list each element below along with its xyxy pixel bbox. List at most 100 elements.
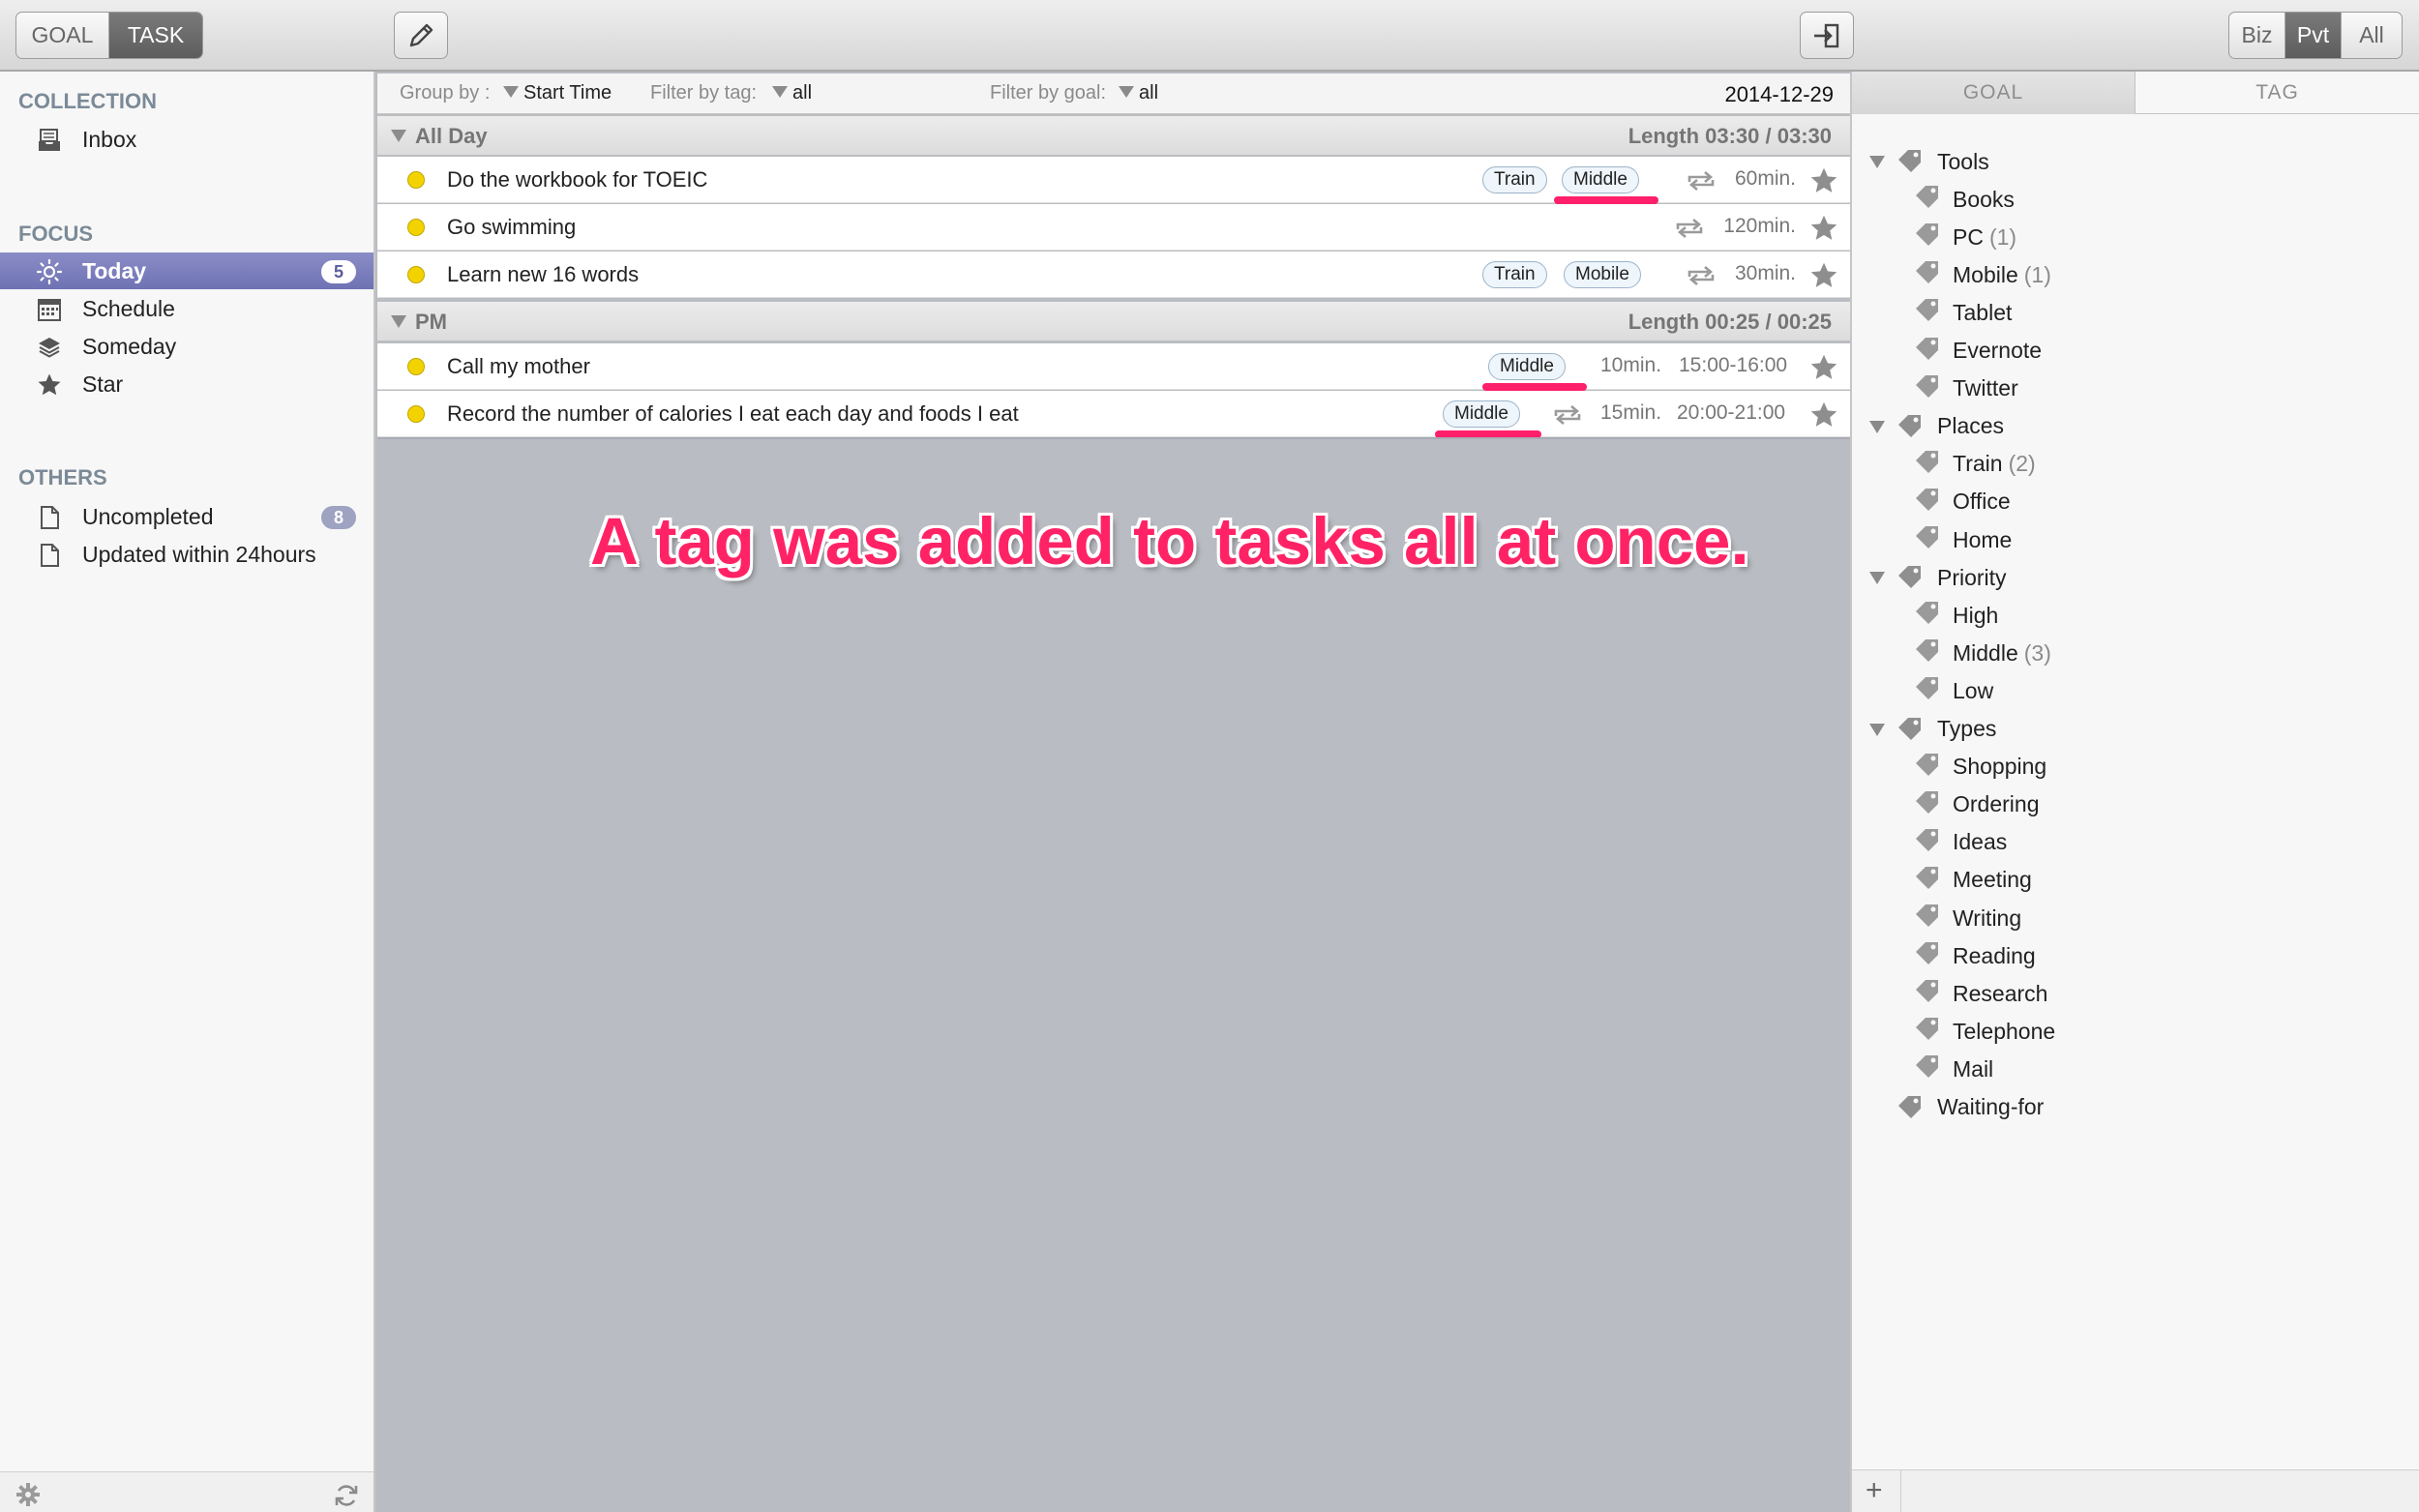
scope-switch: Biz Pvt All <box>2228 12 2403 59</box>
group-by-select[interactable]: Start Time <box>503 82 612 104</box>
tag-chip-middle[interactable]: Middle <box>1443 400 1520 428</box>
sidebar-item-updated[interactable]: Updated within 24hours <box>0 536 373 573</box>
collapse-triangle-icon[interactable] <box>391 315 406 328</box>
tag-item-pc[interactable]: PC (1) <box>1953 220 2016 254</box>
tag-item-mail[interactable]: Mail <box>1953 1052 1993 1086</box>
tag-count: (1) <box>2023 261 2051 287</box>
repeat-icon <box>1676 219 1703 238</box>
current-date: 2014-12-29 <box>1724 82 1834 106</box>
tag-icon <box>1914 336 1941 361</box>
tag-group-priority[interactable]: Priority <box>1937 560 2007 595</box>
task-status-dot[interactable] <box>407 266 425 283</box>
tag-item-reading[interactable]: Reading <box>1953 938 2036 973</box>
tag-item-mobile[interactable]: Mobile (1) <box>1953 257 2051 292</box>
task-row[interactable]: Do the workbook for TOEIC Train Middle 6… <box>377 157 1850 204</box>
tag-chip-middle[interactable]: Middle <box>1488 353 1566 380</box>
tag-item-evernote[interactable]: Evernote <box>1953 334 2042 369</box>
tag-item-ideas[interactable]: Ideas <box>1953 825 2007 860</box>
tag-icon <box>1914 675 1941 700</box>
group-length: Length 00:25 / 00:25 <box>1628 310 1832 334</box>
star-icon[interactable] <box>1809 214 1838 243</box>
star-icon <box>38 373 61 396</box>
add-tag-button[interactable]: + <box>1866 1474 1883 1507</box>
tag-label: Shopping <box>1953 754 2047 780</box>
sidebar-item-star[interactable]: Star <box>0 366 373 402</box>
task-status-dot[interactable] <box>407 219 425 236</box>
tag-item-meeting[interactable]: Meeting <box>1953 863 2032 898</box>
sync-icon[interactable] <box>333 1482 360 1509</box>
scope-tab-all[interactable]: All <box>2342 13 2402 58</box>
tag-item-research[interactable]: Research <box>1953 976 2047 1011</box>
tag-chip-mobile[interactable]: Mobile <box>1564 261 1641 288</box>
edit-button[interactable] <box>394 12 448 59</box>
task-status-dot[interactable] <box>407 405 425 423</box>
tag-filter-select[interactable]: all <box>772 82 812 104</box>
star-icon[interactable] <box>1809 400 1838 430</box>
task-row[interactable]: Learn new 16 words Train Mobile 30min. <box>377 252 1850 298</box>
sidebar-item-inbox[interactable]: Inbox <box>0 121 373 158</box>
tab-tag[interactable]: TAG <box>2135 72 2419 114</box>
sidebar-item-someday[interactable]: Someday <box>0 328 373 365</box>
expand-triangle-icon[interactable] <box>1869 572 1885 585</box>
tag-item-ordering[interactable]: Ordering <box>1953 787 2039 822</box>
expand-triangle-icon[interactable] <box>1869 156 1885 168</box>
sidebar-item-schedule[interactable]: Schedule <box>0 290 373 327</box>
scope-tab-biz[interactable]: Biz <box>2229 13 2285 58</box>
sun-icon <box>37 259 62 284</box>
star-icon[interactable] <box>1809 353 1838 382</box>
task-row[interactable]: Go swimming 120min. <box>377 204 1850 251</box>
mode-tab-task[interactable]: TASK <box>109 13 202 58</box>
task-status-dot[interactable] <box>407 358 425 375</box>
tag-label: Telephone <box>1953 1018 2056 1044</box>
tag-group-waiting-for[interactable]: Waiting-for <box>1937 1090 2044 1125</box>
star-icon[interactable] <box>1809 166 1838 195</box>
sidebar-item-label: Uncompleted <box>82 503 214 529</box>
tag-item-middle[interactable]: Middle (3) <box>1953 636 2051 670</box>
tag-icon <box>1914 865 1941 890</box>
task-row[interactable]: Record the number of calories I eat each… <box>377 391 1850 438</box>
collapse-triangle-icon[interactable] <box>391 130 406 142</box>
task-status-dot[interactable] <box>407 171 425 189</box>
tag-icon <box>1914 1016 1941 1041</box>
sidebar-item-label: Today <box>82 257 147 283</box>
tag-item-twitter[interactable]: Twitter <box>1953 371 2018 406</box>
section-title-collection: COLLECTION <box>18 89 157 113</box>
tag-item-tablet[interactable]: Tablet <box>1953 295 2012 330</box>
gear-icon[interactable] <box>15 1482 41 1507</box>
tag-item-telephone[interactable]: Telephone <box>1953 1014 2055 1049</box>
tag-chip-train[interactable]: Train <box>1482 261 1547 288</box>
expand-triangle-icon[interactable] <box>1869 420 1885 433</box>
group-header-pm[interactable]: PM Length 00:25 / 00:25 <box>377 301 1850 341</box>
expand-triangle-icon[interactable] <box>1869 723 1885 736</box>
tag-group-tools[interactable]: Tools <box>1937 144 1989 179</box>
sidebar-item-uncompleted[interactable]: Uncompleted 8 <box>0 498 373 535</box>
tag-chip-middle[interactable]: Middle <box>1562 166 1639 193</box>
mode-tab-goal[interactable]: GOAL <box>16 13 109 58</box>
tag-group-types[interactable]: Types <box>1937 712 1996 747</box>
star-icon[interactable] <box>1809 261 1838 290</box>
tag-label: Writing <box>1953 904 2022 931</box>
tag-item-high[interactable]: High <box>1953 598 1998 633</box>
tag-group-places[interactable]: Places <box>1937 409 2004 444</box>
sidebar-footer <box>0 1471 373 1512</box>
tag-item-office[interactable]: Office <box>1953 485 2011 519</box>
goal-filter-select[interactable]: all <box>1119 82 1158 104</box>
tag-item-low[interactable]: Low <box>1953 673 1993 708</box>
tag-item-home[interactable]: Home <box>1953 522 2012 557</box>
export-button[interactable] <box>1800 12 1854 59</box>
tag-item-shopping[interactable]: Shopping <box>1953 750 2046 785</box>
scope-tab-pvt[interactable]: Pvt <box>2285 13 2342 58</box>
sidebar-item-today[interactable]: Today 5 <box>0 252 373 289</box>
tag-icon <box>1896 148 1924 173</box>
tab-goal[interactable]: GOAL <box>1852 72 2135 114</box>
tag-item-train[interactable]: Train (2) <box>1953 447 2036 482</box>
task-time-range: 20:00-21:00 <box>1677 401 1786 424</box>
task-row[interactable]: Call my mother Middle 10min. 15:00-16:00 <box>377 343 1850 391</box>
panel-tabs: GOAL TAG <box>1852 72 2419 114</box>
tag-label: Low <box>1953 677 1994 703</box>
tag-item-writing[interactable]: Writing <box>1953 901 2021 935</box>
group-header-all-day[interactable]: All Day Length 03:30 / 03:30 <box>377 115 1850 156</box>
tag-icon <box>1896 413 1924 438</box>
tag-item-books[interactable]: Books <box>1953 182 2015 217</box>
tag-chip-train[interactable]: Train <box>1482 166 1547 193</box>
